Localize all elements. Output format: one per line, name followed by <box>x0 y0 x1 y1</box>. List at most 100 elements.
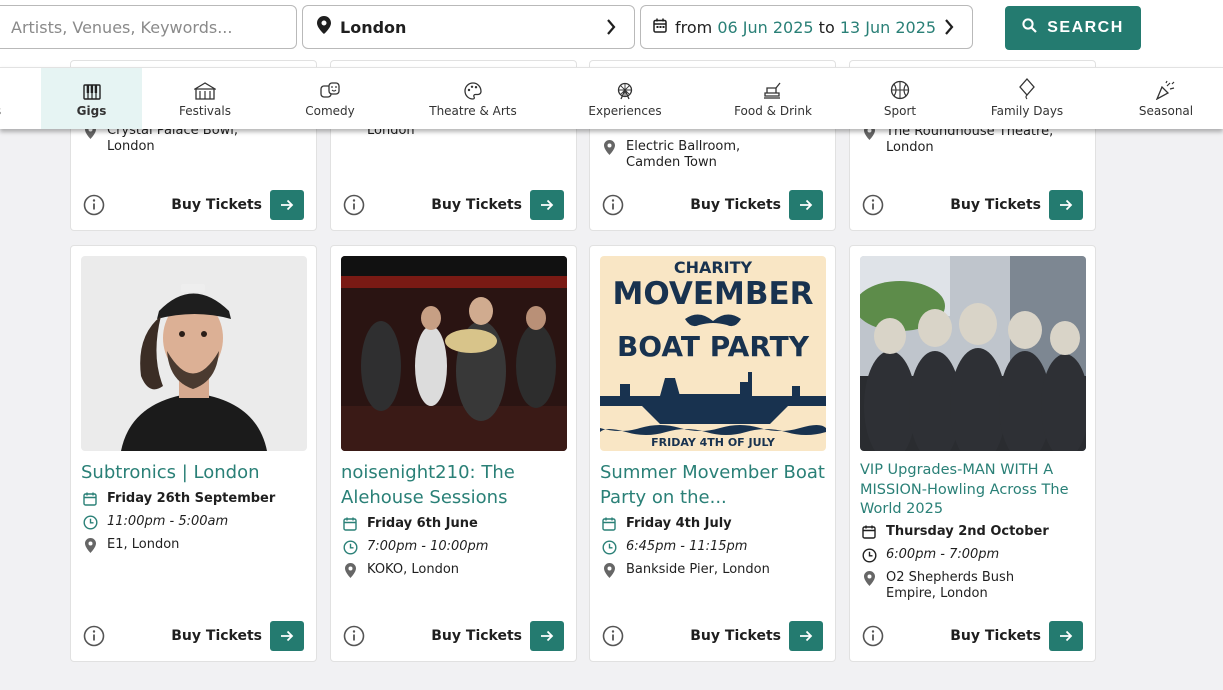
buy-tickets-button[interactable]: Buy Tickets <box>431 621 564 651</box>
event-title[interactable]: noisenight210: The Alehouse Sessions <box>341 460 567 510</box>
category-label: Seasonal <box>1138 104 1194 118</box>
poster-line4: FRIDAY 4TH OF JULY <box>651 436 776 449</box>
buy-tickets-button[interactable]: Buy Tickets <box>690 190 823 220</box>
event-date: Friday 26th September <box>81 491 307 507</box>
category-label: Sport <box>883 104 917 118</box>
food-drink-icon <box>764 82 781 99</box>
category-label: Family Days <box>990 104 1064 118</box>
event-image[interactable] <box>81 256 307 451</box>
category-theatre-arts[interactable]: Theatre & Arts <box>420 68 526 129</box>
buy-tickets-label: Buy Tickets <box>171 628 262 644</box>
category-label: Food & Drink <box>734 104 812 118</box>
date-from-prefix: from <box>675 17 713 37</box>
piano-icon <box>82 84 101 100</box>
keyword-input[interactable] <box>11 17 281 37</box>
event-date: Friday 6th June <box>341 516 567 532</box>
info-icon[interactable] <box>602 625 624 647</box>
calendar-icon <box>653 18 667 37</box>
ferris-wheel-icon <box>617 82 633 100</box>
arrow-right-icon[interactable] <box>1049 190 1083 220</box>
location-line2: Camden Town <box>626 155 717 170</box>
category-label: Comedy <box>305 104 355 118</box>
buy-tickets-button[interactable]: Buy Tickets <box>950 190 1083 220</box>
category-gigs[interactable]: Gigs <box>41 68 142 129</box>
kite-icon <box>1019 78 1035 100</box>
arrow-right-icon[interactable] <box>270 190 304 220</box>
info-icon[interactable] <box>343 194 365 216</box>
event-location: E1, London <box>81 537 307 553</box>
category-label: Experiences <box>588 104 662 118</box>
search-icon <box>1022 18 1037 38</box>
buy-tickets-button[interactable]: Buy Tickets <box>690 621 823 651</box>
category-comedy[interactable]: Comedy <box>290 68 370 129</box>
category-experiences[interactable]: Experiences <box>582 68 668 129</box>
poster-line1: CHARITY <box>674 258 753 277</box>
event-card[interactable]: Subtronics | London Friday 26th Septembe… <box>70 245 317 662</box>
date-range-field[interactable]: from 06 Jun 2025 to 13 Jun 2025 <box>640 5 973 49</box>
buy-tickets-button[interactable]: Buy Tickets <box>950 621 1083 651</box>
category-family-days[interactable]: Family Days <box>985 68 1069 129</box>
poster-line3: BOAT PARTY <box>617 330 810 363</box>
date-range-text: from 06 Jun 2025 to 13 Jun 2025 <box>675 18 938 37</box>
clock-icon <box>81 514 99 530</box>
event-title[interactable]: Subtronics | London <box>81 460 307 485</box>
event-card[interactable]: VIP Upgrades-MAN WITH A MISSION-Howling … <box>849 245 1096 662</box>
event-time: 6:00pm - 7:00pm <box>860 547 1086 563</box>
location-line1: Electric Ballroom, <box>626 139 741 154</box>
calendar-icon <box>600 516 618 532</box>
info-icon[interactable] <box>602 194 624 216</box>
arrow-right-icon[interactable] <box>789 621 823 651</box>
arrow-right-icon[interactable] <box>1049 621 1083 651</box>
location-line2: London <box>886 140 934 155</box>
event-title[interactable]: Summer Movember Boat Party on the... <box>600 460 826 510</box>
event-card[interactable]: noisenight210: The Alehouse Sessions Fri… <box>330 245 577 662</box>
festival-tent-icon <box>194 82 216 100</box>
event-title[interactable]: VIP Upgrades-MAN WITH A MISSION-Howling … <box>860 461 1086 520</box>
buy-tickets-label: Buy Tickets <box>431 197 522 213</box>
search-bar: London from 06 Jun 2025 to 13 Jun 2025 S… <box>0 0 1223 67</box>
buy-tickets-button[interactable]: Buy Tickets <box>171 190 304 220</box>
calendar-icon <box>860 524 878 540</box>
buy-tickets-button[interactable]: Buy Tickets <box>171 621 304 651</box>
category-sport[interactable]: Sport <box>873 68 927 129</box>
arrow-right-icon[interactable] <box>789 190 823 220</box>
category-partial[interactable]: s <box>0 68 6 129</box>
info-icon[interactable] <box>343 625 365 647</box>
keyword-field[interactable] <box>0 5 297 49</box>
buy-tickets-label: Buy Tickets <box>431 628 522 644</box>
location-field[interactable]: London <box>302 5 635 49</box>
buy-tickets-button[interactable]: Buy Tickets <box>431 190 564 220</box>
event-image[interactable] <box>341 256 567 451</box>
buy-tickets-label: Buy Tickets <box>690 628 781 644</box>
category-label: Gigs <box>76 104 107 118</box>
location-value: London <box>340 17 407 37</box>
location-pin-icon <box>81 537 99 553</box>
location-pin-icon <box>341 562 359 578</box>
event-image[interactable]: CHARITY MOVEMBER BOAT PARTY FRIDAY 4TH O… <box>600 256 826 451</box>
category-food-drink[interactable]: Food & Drink <box>728 68 818 129</box>
event-card[interactable]: CHARITY MOVEMBER BOAT PARTY FRIDAY 4TH O… <box>589 245 836 662</box>
event-time: 11:00pm - 5:00am <box>81 514 307 530</box>
location-pin-icon <box>600 139 618 171</box>
info-icon[interactable] <box>83 625 105 647</box>
buy-tickets-label: Buy Tickets <box>950 197 1041 213</box>
info-icon[interactable] <box>862 625 884 647</box>
location-pin-icon <box>317 16 331 38</box>
arrow-right-icon[interactable] <box>270 621 304 651</box>
event-image[interactable] <box>860 256 1086 451</box>
category-festivals[interactable]: Festivals <box>165 68 245 129</box>
calendar-icon <box>81 491 99 507</box>
info-icon[interactable] <box>83 194 105 216</box>
location-line2: London <box>107 139 155 154</box>
arrow-right-icon[interactable] <box>530 621 564 651</box>
chevron-right-icon[interactable] <box>938 16 960 38</box>
info-icon[interactable] <box>862 194 884 216</box>
category-label: Theatre & Arts <box>429 104 517 118</box>
event-location: Bankside Pier, London <box>600 562 826 578</box>
arrow-right-icon[interactable] <box>530 190 564 220</box>
event-time: 6:45pm - 11:15pm <box>600 539 826 555</box>
palette-icon <box>464 82 482 100</box>
search-button[interactable]: SEARCH <box>1005 6 1141 50</box>
category-seasonal[interactable]: Seasonal <box>1130 68 1202 129</box>
chevron-right-icon[interactable] <box>600 16 622 38</box>
